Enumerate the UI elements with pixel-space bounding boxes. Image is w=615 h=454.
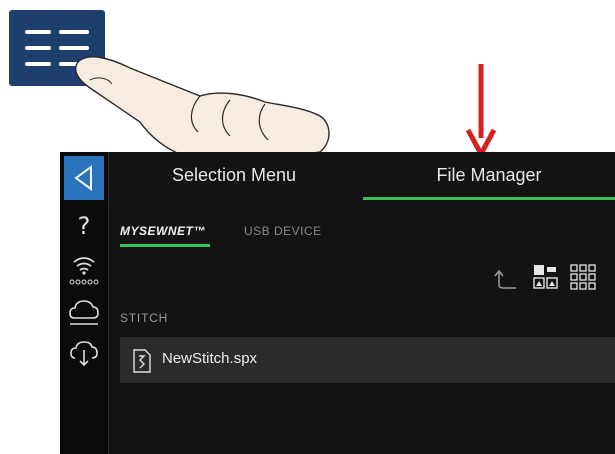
back-icon [74, 165, 92, 191]
back-button[interactable] [64, 156, 104, 200]
subtab-label: USB DEVICE [244, 224, 322, 238]
grid-view-icon[interactable] [568, 262, 598, 292]
active-subtab-indicator [120, 244, 210, 247]
tab-selection-menu[interactable]: Selection Menu [109, 152, 359, 200]
top-tabs: Selection Menu File Manager [109, 152, 615, 200]
cloud-icon [69, 300, 99, 325]
svg-text:?: ? [78, 212, 91, 240]
list-view-icon[interactable] [531, 262, 561, 292]
help-button[interactable]: ? [60, 210, 108, 242]
tab-label: File Manager [436, 165, 542, 185]
cloud-download-button[interactable] [60, 334, 108, 374]
pointer-arrow-icon [466, 64, 496, 156]
machine-screen: ? Selection Menu File Manager MYSEWNET™ … [60, 152, 615, 454]
help-icon: ? [78, 212, 91, 240]
left-rail: ? [60, 152, 109, 454]
file-name: NewStitch.spx [162, 350, 258, 367]
tab-file-manager[interactable]: File Manager [363, 152, 615, 200]
cloud-button[interactable] [60, 292, 108, 332]
section-label: STITCH [120, 311, 169, 325]
wifi-icon [69, 257, 99, 285]
subtab-label: MYSEWNET™ [120, 224, 206, 238]
subtab-mysewnet[interactable]: MYSEWNET™ [120, 224, 210, 247]
file-list-item[interactable]: NewStitch.spx [120, 337, 615, 383]
folder-up-icon[interactable] [490, 264, 520, 292]
cloud-download-icon [70, 341, 98, 367]
pointing-hand-illustration [74, 56, 330, 159]
wifi-button[interactable] [60, 250, 108, 285]
subtab-usb-device[interactable]: USB DEVICE [244, 224, 322, 238]
stitch-file-icon [133, 349, 151, 373]
tab-label: Selection Menu [171, 165, 297, 185]
active-tab-indicator [363, 197, 615, 200]
